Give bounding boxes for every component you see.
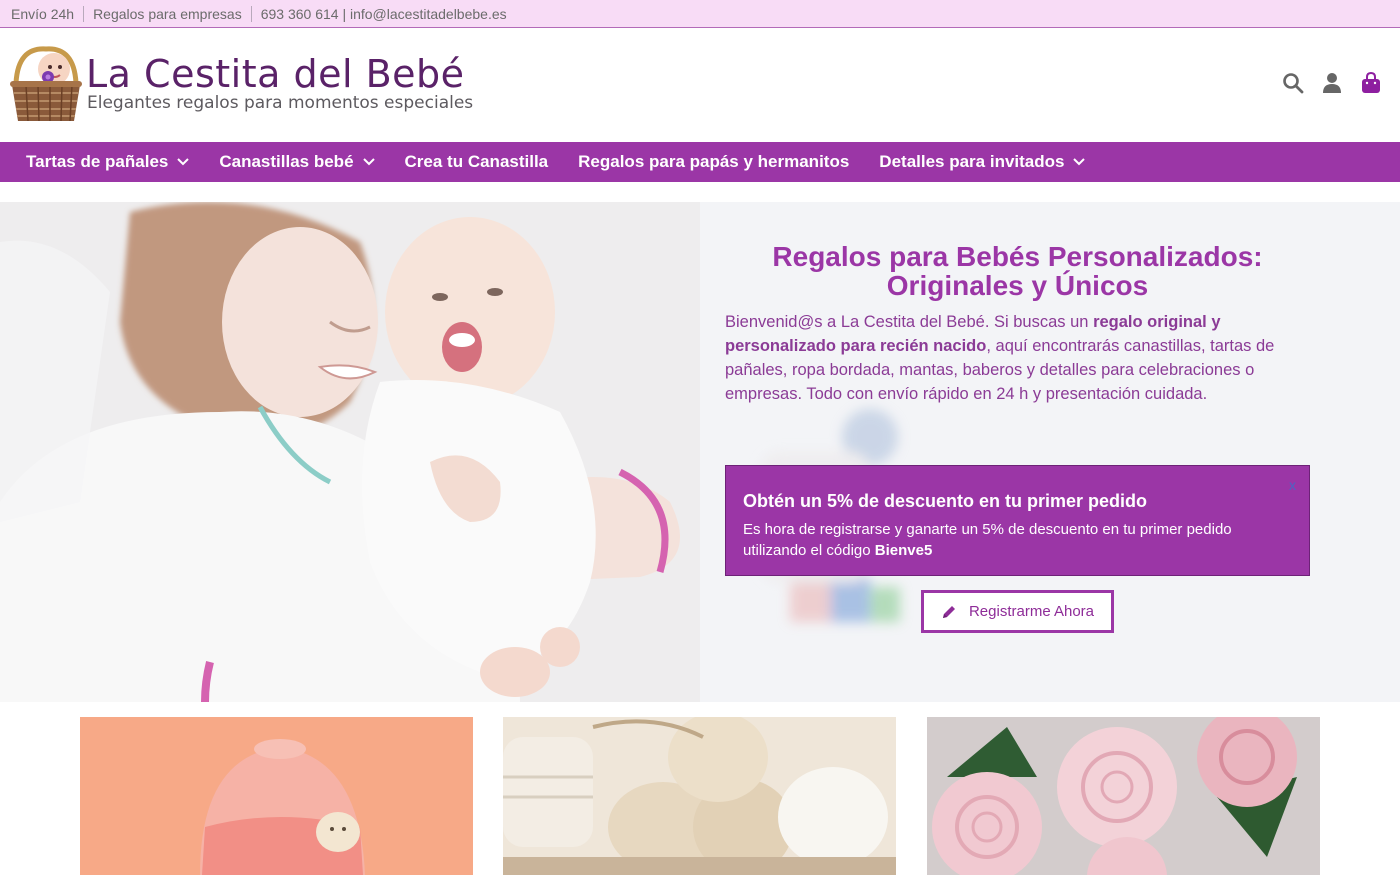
nav-item-label: Crea tu Canastilla (404, 152, 549, 171)
contact-info[interactable]: 693 360 614 | info@lacestitadelbebe.es (250, 5, 516, 22)
chevron-down-icon (362, 158, 375, 166)
nav-item-tartas-de-panales[interactable]: Tartas de pañales (26, 152, 190, 172)
chevron-down-icon (177, 158, 190, 166)
top-info-bar: Envío 24h Regalos para empresas 693 360 … (0, 0, 1400, 28)
nav-item-regalos-papas[interactable]: Regalos para papás y hermanitos (578, 152, 849, 172)
promo-text: Es hora de registrarse y ganarte un 5% d… (743, 519, 1292, 561)
hero-title: Regalos para Bebés Personalizados: Origi… (725, 242, 1310, 300)
hero-banner: Regalos para Bebés Personalizados: Origi… (0, 202, 1400, 702)
main-nav: Tartas de pañales Canastillas bebé Crea … (0, 142, 1400, 182)
category-image-rolled-roses[interactable] (927, 717, 1320, 875)
register-now-label: Registrarme Ahora (968, 603, 1095, 620)
cart-icon[interactable] (1360, 71, 1382, 95)
nav-item-crea-tu-canastilla[interactable]: Crea tu Canastilla (405, 152, 549, 172)
nav-item-detalles-invitados[interactable]: Detalles para invitados (879, 152, 1086, 172)
pencil-icon (942, 605, 955, 618)
hero-text-intro: Bienvenid@s a La Cestita del Bebé. Si bu… (725, 313, 1094, 331)
nav-item-label: Regalos para papás y hermanitos (578, 152, 850, 171)
nav-item-canastillas-bebe[interactable]: Canastillas bebé (219, 152, 375, 172)
user-icon[interactable] (1321, 71, 1343, 95)
close-button[interactable]: x (1289, 477, 1296, 493)
nav-item-label: Detalles para invitados (879, 152, 1065, 171)
discount-promo-box: Obtén un 5% de descuento en tu primer pe… (725, 465, 1310, 576)
nav-item-label: Tartas de pañales (26, 152, 169, 171)
hero-title-line-1: Regalos para Bebés Personalizados: (772, 241, 1263, 272)
business-gifts-link[interactable]: Regalos para empresas (83, 5, 251, 22)
category-image-baby-hat[interactable] (80, 717, 473, 875)
promo-text-body: Es hora de registrarse y ganarte un 5% d… (743, 521, 1232, 559)
nav-item-label: Canastillas bebé (219, 152, 354, 171)
shipping-info: Envío 24h (11, 5, 75, 22)
chevron-down-icon (1073, 158, 1086, 166)
promo-code: Bienve5 (874, 542, 933, 559)
header-actions (1282, 71, 1382, 95)
brand-name[interactable]: La Cestita del Bebé (86, 53, 465, 95)
category-image-baby-booties[interactable] (503, 717, 896, 875)
site-header: La Cestita del Bebé Elegantes regalos pa… (0, 29, 1400, 142)
register-now-button[interactable]: Registrarme Ahora (921, 590, 1114, 633)
logo-basket-icon[interactable] (10, 43, 82, 125)
hero-title-line-2: Originales y Únicos (886, 270, 1149, 301)
search-icon[interactable] (1282, 71, 1304, 95)
promo-title: Obtén un 5% de descuento en tu primer pe… (743, 491, 1148, 511)
brand-tagline: Elegantes regalos para momentos especial… (87, 93, 474, 113)
hero-description: Bienvenid@s a La Cestita del Bebé. Si bu… (725, 310, 1285, 406)
